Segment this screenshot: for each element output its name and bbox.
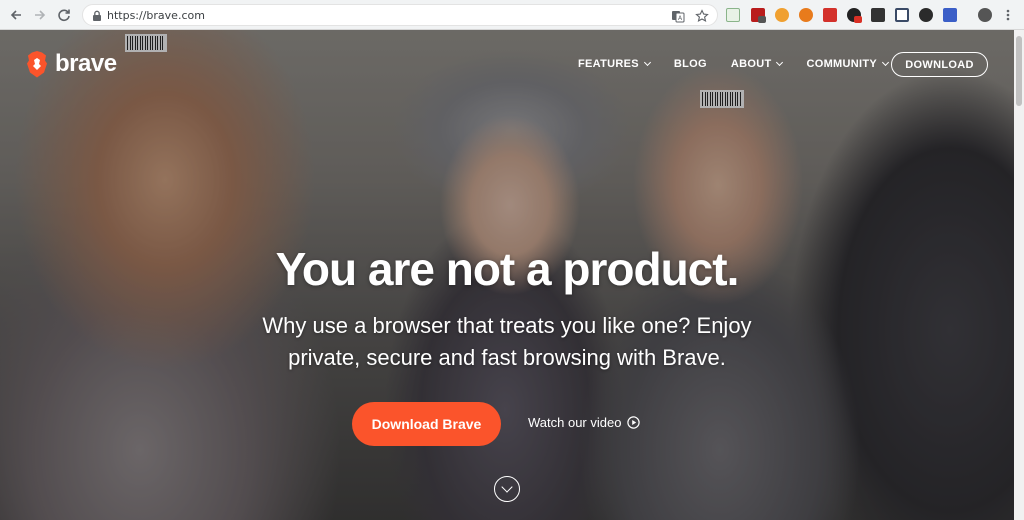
play-circle-icon xyxy=(627,416,641,429)
nav-blog-label: BLOG xyxy=(673,58,707,70)
extension-pinterest-icon[interactable] xyxy=(823,8,837,22)
hero-subheadline-line2: private, secure and fast browsing with B… xyxy=(288,345,726,370)
lock-icon xyxy=(93,10,101,21)
brave-logo-text: brave xyxy=(55,50,117,77)
extension-lock-icon[interactable] xyxy=(895,8,909,22)
profile-avatar[interactable] xyxy=(978,8,992,22)
scroll-down-button[interactable] xyxy=(494,476,520,502)
nav-about[interactable]: ABOUT xyxy=(730,58,784,70)
extension-blue-icon[interactable] xyxy=(943,8,957,22)
extension-k-icon[interactable] xyxy=(919,8,933,22)
scrollbar-thumb[interactable] xyxy=(1016,36,1022,106)
extension-fox-icon[interactable] xyxy=(775,8,789,22)
chevron-down-icon xyxy=(643,58,651,67)
extension-mail-icon[interactable] xyxy=(726,8,740,22)
reload-icon xyxy=(58,9,70,22)
menu-button[interactable] xyxy=(998,5,1018,25)
page-scrollbar[interactable] xyxy=(1014,30,1024,520)
nav-community[interactable]: COMMUNITY xyxy=(806,58,890,70)
star-icon[interactable] xyxy=(695,9,709,23)
extension-brave-icon[interactable] xyxy=(799,8,813,22)
brave-logo[interactable]: brave xyxy=(25,50,117,78)
nav-download-button[interactable]: DOWNLOAD xyxy=(891,52,988,77)
chevron-down-icon xyxy=(776,58,784,67)
extension-badge-red xyxy=(854,16,862,23)
chevron-down-icon xyxy=(501,481,513,493)
brave-lion-icon xyxy=(27,51,47,78)
address-bar[interactable]: https://brave.com A xyxy=(82,4,718,26)
watch-video-link[interactable]: Watch our video xyxy=(528,415,641,430)
hero-section: brave FEATURES BLOG ABOUT COMMUNITY DOWN… xyxy=(0,30,1014,520)
arrow-left-icon xyxy=(10,10,21,20)
nav-features-label: FEATURES xyxy=(578,58,639,70)
download-brave-button[interactable]: Download Brave xyxy=(352,402,501,446)
hero-headline: You are not a product. xyxy=(275,243,740,295)
reload-button[interactable] xyxy=(54,5,74,25)
site-nav: FEATURES BLOG ABOUT COMMUNITY xyxy=(578,58,912,70)
translate-icon[interactable]: A xyxy=(671,9,685,23)
hero-subheadline-line1: Why use a browser that treats you like o… xyxy=(262,313,752,338)
hero-subheadline: Why use a browser that treats you like o… xyxy=(0,310,1014,374)
browser-toolbar: https://brave.com A xyxy=(0,0,1024,30)
nav-about-label: ABOUT xyxy=(730,58,772,70)
forward-button[interactable] xyxy=(30,5,50,25)
back-button[interactable] xyxy=(6,5,26,25)
url-text: https://brave.com xyxy=(107,9,205,22)
extension-m-icon[interactable] xyxy=(871,8,885,22)
nav-blog[interactable]: BLOG xyxy=(674,58,707,70)
chevron-down-icon xyxy=(881,58,890,67)
nav-community-label: COMMUNITY xyxy=(806,58,877,70)
nav-features[interactable]: FEATURES xyxy=(578,58,651,70)
more-vertical-icon xyxy=(1006,9,1010,21)
extension-badge xyxy=(758,16,766,23)
arrow-right-icon xyxy=(35,10,46,20)
watch-video-label: Watch our video xyxy=(528,415,622,430)
